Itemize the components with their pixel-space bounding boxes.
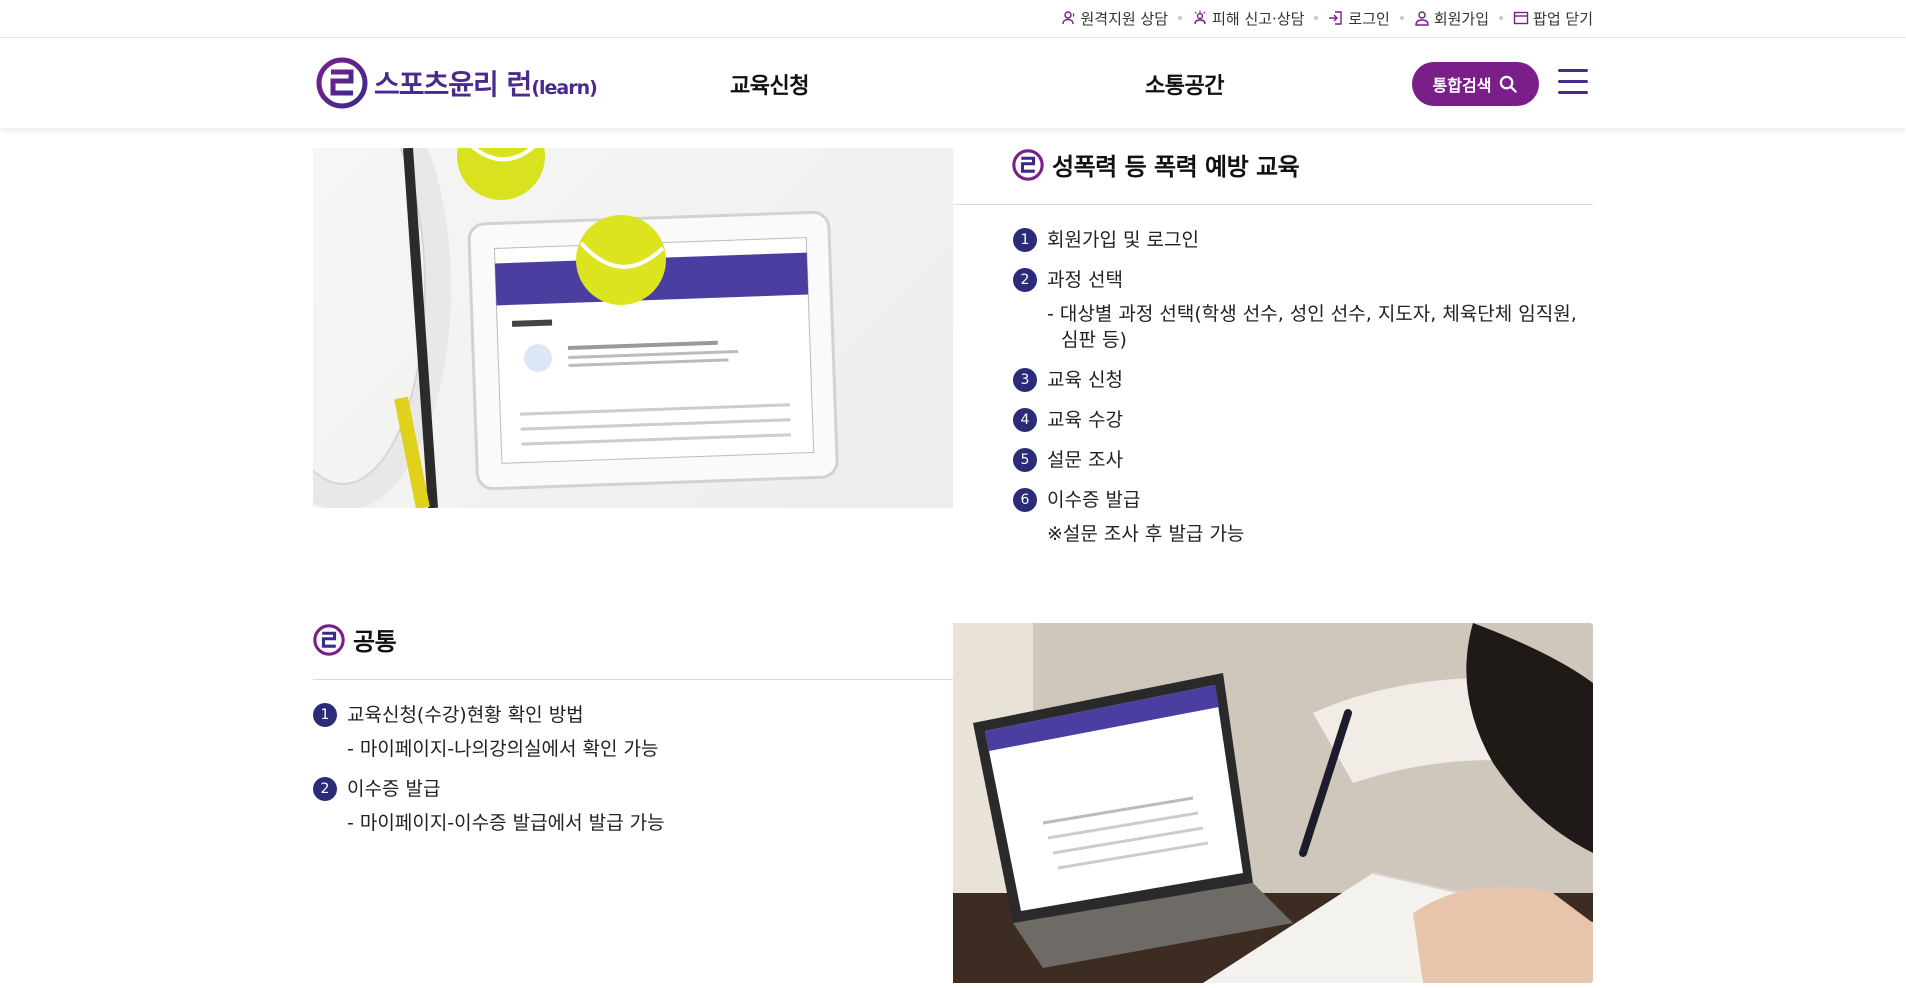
login-link[interactable]: 로그인 <box>1328 8 1390 29</box>
section-title: 성폭력 등 폭력 예방 교육 <box>1052 153 1300 181</box>
step-item: 2 이수증 발급 - 마이페이지-이수증 발급에서 발급 가능 <box>313 776 933 836</box>
divider <box>953 204 1593 205</box>
close-popup-link[interactable]: 팝업 닫기 <box>1513 8 1593 29</box>
separator-dot <box>1314 16 1319 20</box>
remote-support-label: 원격지원 상담 <box>1080 9 1169 28</box>
logo-mark-icon <box>316 57 368 109</box>
logo-text: 스포츠윤리 런(learn) <box>374 63 598 103</box>
site-logo[interactable]: 스포츠윤리 런(learn) <box>316 57 598 109</box>
search-button-label: 통합검색 <box>1432 76 1492 95</box>
utility-bar: 원격지원 상담 피해 신고·상담 로그인 회원가입 팝업 닫기 <box>0 0 1906 38</box>
step-label: 과정 선택 <box>1047 269 1123 291</box>
section-title: 공통 <box>353 628 397 656</box>
step-item: 2 과정 선택 - 대상별 과정 선택(학생 선수, 성인 선수, 지도자, 체… <box>1013 267 1595 353</box>
headset-person-icon <box>1061 11 1074 25</box>
step-label: 교육 신청 <box>1047 369 1123 391</box>
hamburger-menu-icon[interactable] <box>1558 69 1588 95</box>
section1-steps: 1 회원가입 및 로그인 2 과정 선택 - 대상별 과정 선택(학생 선수, … <box>1013 227 1595 561</box>
window-icon <box>1513 11 1529 25</box>
step-item: 1 회원가입 및 로그인 <box>1013 227 1595 253</box>
step-item: 5 설문 조사 <box>1013 447 1595 473</box>
utility-links: 원격지원 상담 피해 신고·상담 로그인 회원가입 팝업 닫기 <box>1061 0 1593 36</box>
step-detail: - 마이페이지-이수증 발급에서 발급 가능 <box>347 812 665 834</box>
menu-line <box>1558 69 1588 72</box>
step-item: 6 이수증 발급 ※설문 조사 후 발급 가능 <box>1013 487 1595 547</box>
step-number-badge: 1 <box>313 703 337 727</box>
logo-mark-icon <box>1012 148 1044 181</box>
person-icon <box>1415 11 1429 26</box>
step-label: 교육신청(수강)현황 확인 방법 <box>347 704 584 726</box>
logo-sub: (learn) <box>531 77 597 99</box>
step-item: 1 교육신청(수강)현황 확인 방법 - 마이페이지-나의강의실에서 확인 가능 <box>313 702 933 762</box>
step-label: 회원가입 및 로그인 <box>1047 229 1199 251</box>
step-detail: - 마이페이지-나의강의실에서 확인 가능 <box>347 738 659 760</box>
nav-education-apply[interactable]: 교육신청 <box>730 68 809 100</box>
tablet-illustration <box>313 148 839 508</box>
step-label: 이수증 발급 <box>1047 489 1141 511</box>
search-icon <box>1500 75 1518 93</box>
menu-line <box>1558 80 1588 83</box>
step-number-badge: 4 <box>1013 408 1037 432</box>
nav-community[interactable]: 소통공간 <box>1145 68 1224 100</box>
signup-label: 회원가입 <box>1433 9 1490 28</box>
login-icon <box>1329 11 1343 25</box>
step-number-badge: 2 <box>313 777 337 801</box>
tablet-photo <box>313 148 953 508</box>
divider <box>313 679 953 680</box>
report-label: 피해 신고·상담 <box>1212 9 1305 28</box>
step-number-badge: 1 <box>1013 228 1037 252</box>
section2-steps: 1 교육신청(수강)현황 확인 방법 - 마이페이지-나의강의실에서 확인 가능… <box>313 702 933 850</box>
laptop-photo <box>953 623 1593 983</box>
section-common-heading: 공통 <box>313 622 397 657</box>
step-number-badge: 5 <box>1013 448 1037 472</box>
menu-line <box>1558 91 1588 94</box>
step-number-badge: 3 <box>1013 368 1037 392</box>
step-number-badge: 6 <box>1013 488 1037 512</box>
separator-dot <box>1499 16 1504 20</box>
step-label: 설문 조사 <box>1047 449 1123 471</box>
separator-dot <box>1178 16 1183 20</box>
step-number-badge: 2 <box>1013 268 1037 292</box>
alert-person-icon <box>1194 10 1206 25</box>
login-label: 로그인 <box>1348 9 1390 28</box>
integrated-search-button[interactable]: 통합검색 <box>1412 62 1539 106</box>
section-violence-prevention-heading: 성폭력 등 폭력 예방 교육 <box>1012 147 1300 182</box>
step-detail: - 대상별 과정 선택(학생 선수, 성인 선수, 지도자, 체육단체 임직원,… <box>1047 303 1577 351</box>
step-label: 이수증 발급 <box>347 778 441 800</box>
remote-support-link[interactable]: 원격지원 상담 <box>1061 8 1169 29</box>
step-label: 교육 수강 <box>1047 409 1123 431</box>
step-item: 3 교육 신청 <box>1013 367 1595 393</box>
logo-mark-icon <box>313 623 345 656</box>
logo-main: 스포츠윤리 런 <box>374 68 532 101</box>
step-item: 4 교육 수강 <box>1013 407 1595 433</box>
separator-dot <box>1399 16 1404 20</box>
main-header: 스포츠윤리 런(learn) 교육신청 소통공간 통합검색 <box>0 38 1906 128</box>
signup-link[interactable]: 회원가입 <box>1414 8 1489 29</box>
step-note: ※설문 조사 후 발급 가능 <box>1047 523 1245 545</box>
report-link[interactable]: 피해 신고·상담 <box>1192 8 1304 29</box>
close-popup-label: 팝업 닫기 <box>1533 9 1593 28</box>
laptop-illustration <box>953 623 1593 983</box>
